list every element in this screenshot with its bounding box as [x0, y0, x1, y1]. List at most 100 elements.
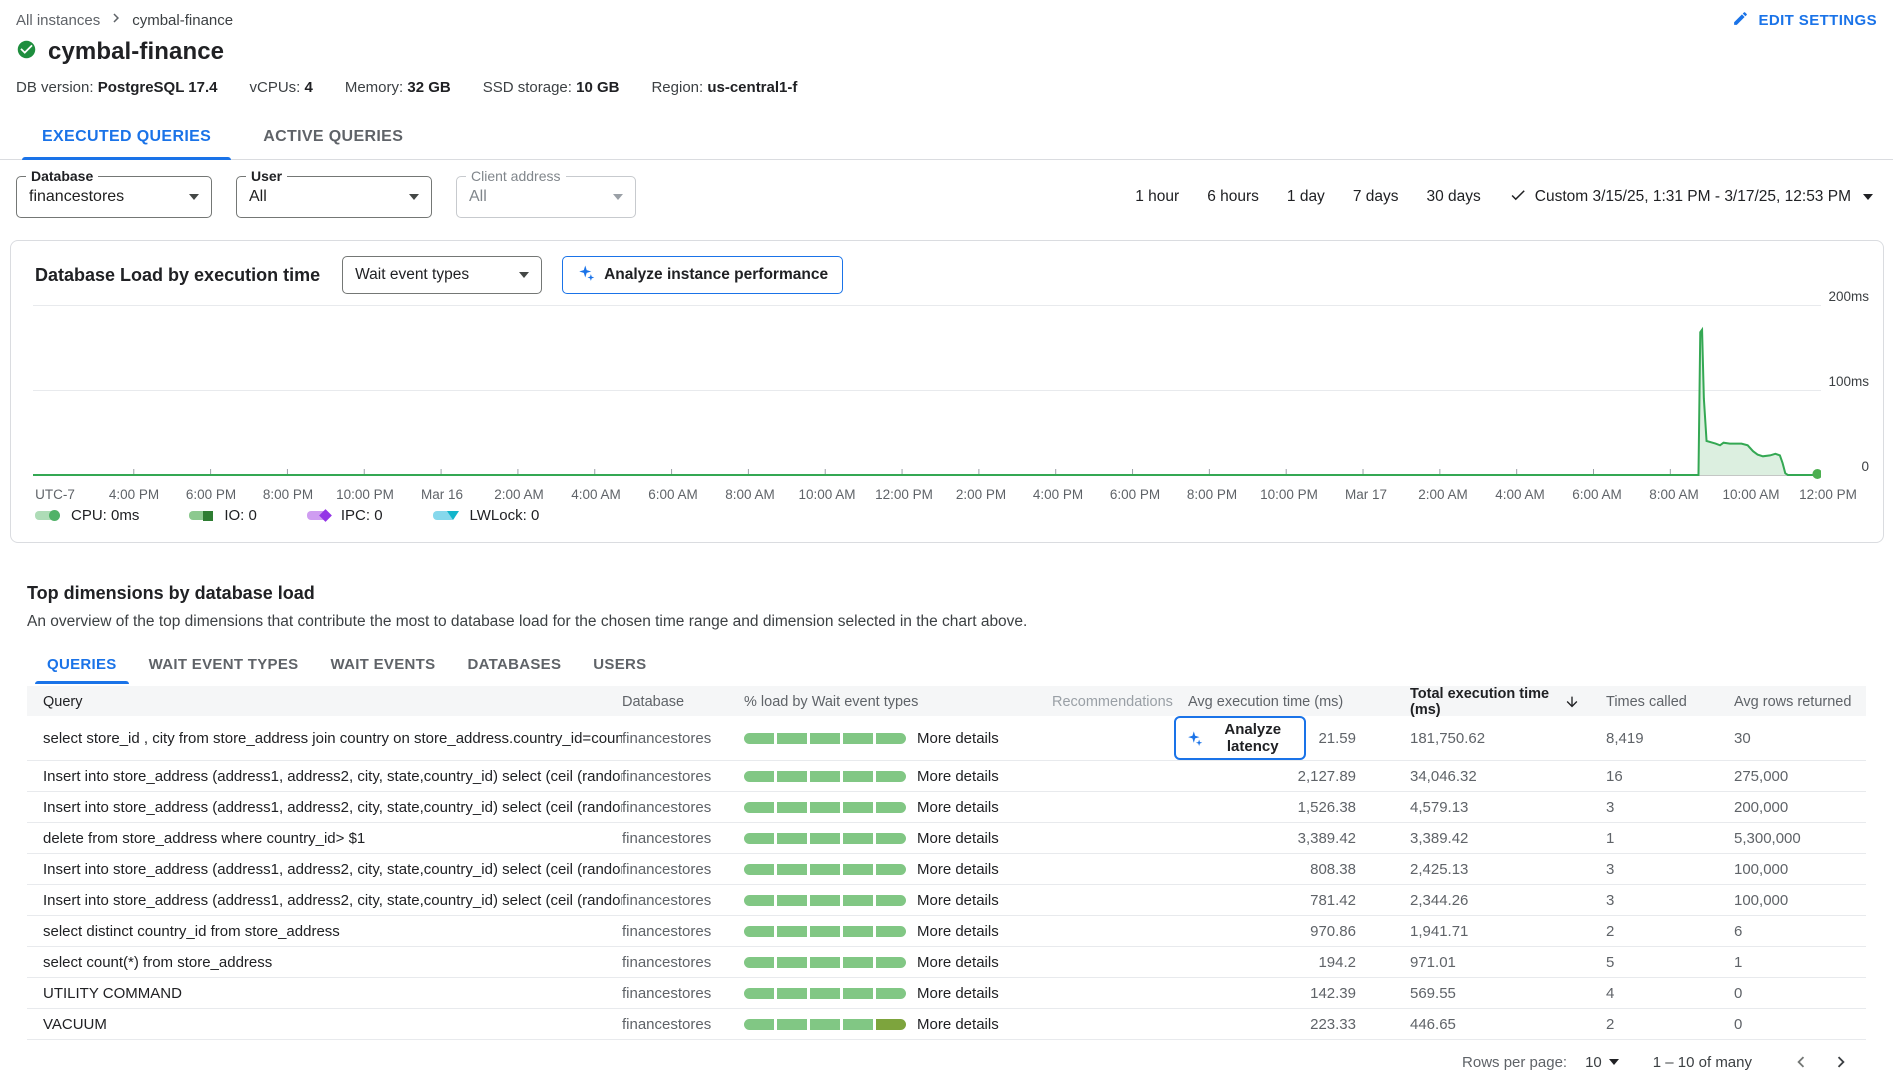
tab-executed-queries[interactable]: EXECUTED QUERIES	[16, 116, 237, 159]
total-execution-time-cell: 2,344.26	[1372, 892, 1580, 909]
column-header-load[interactable]: % load by Wait event types	[734, 694, 1026, 710]
avg-execution-time-value: 2,127.89	[1298, 768, 1356, 785]
column-header-query[interactable]: Query	[27, 694, 622, 710]
load-bar	[744, 988, 906, 999]
column-header-total[interactable]: Total execution time (ms)	[1372, 686, 1580, 718]
x-axis-label: 12:00 PM	[875, 487, 933, 502]
time-range-7-days[interactable]: 7 days	[1353, 188, 1399, 206]
dim-tab-wait-events[interactable]: WAIT EVENTS	[314, 645, 451, 684]
analyze-latency-label: Analyze latency	[1211, 721, 1294, 755]
more-details-link[interactable]: More details	[917, 861, 999, 878]
sort-desc-icon	[1564, 694, 1580, 710]
load-bar-segment	[777, 833, 807, 844]
time-range-1-hour[interactable]: 1 hour	[1135, 188, 1179, 206]
column-header-rows[interactable]: Avg rows returned	[1708, 694, 1866, 710]
database-cell: financestores	[622, 861, 734, 878]
dim-tab-wait-event-types[interactable]: WAIT EVENT TYPES	[133, 645, 315, 684]
load-bar-segment	[744, 733, 774, 744]
x-axis-label: 10:00 PM	[1260, 487, 1318, 502]
table-row: select count(*) from store_addressfinanc…	[27, 947, 1866, 978]
times-called-cell: 5	[1580, 954, 1708, 971]
load-chart-svg	[33, 297, 1821, 482]
more-details-link[interactable]: More details	[917, 1016, 999, 1033]
load-bar-segment	[876, 771, 906, 782]
rows-per-page-select[interactable]: 10	[1585, 1054, 1619, 1071]
chart-dimension-select[interactable]: Wait event types	[342, 256, 542, 294]
chevron-right-icon	[1830, 1051, 1852, 1073]
load-bar	[744, 733, 906, 744]
column-header-db[interactable]: Database	[622, 694, 734, 710]
database-filter-value: financestores	[29, 188, 124, 206]
next-page-button[interactable]	[1828, 1049, 1854, 1075]
edit-settings-button[interactable]: EDIT SETTINGS	[1732, 10, 1877, 31]
time-range-custom[interactable]: Custom 3/15/25, 1:31 PM - 3/17/25, 12:53…	[1509, 186, 1873, 209]
load-cell: More details	[734, 830, 1026, 847]
rows-per-page-label: Rows per page:	[1462, 1054, 1567, 1071]
edit-settings-label: EDIT SETTINGS	[1758, 12, 1877, 29]
load-bar-segment	[810, 988, 840, 999]
more-details-link[interactable]: More details	[917, 730, 999, 747]
database-cell: financestores	[622, 954, 734, 971]
load-cell: More details	[734, 861, 1026, 878]
x-axis-label: 2:00 AM	[1418, 487, 1468, 502]
avg-execution-time-value: 781.42	[1310, 892, 1356, 909]
table-row: Insert into store_address (address1, add…	[27, 792, 1866, 823]
instance-meta-item: vCPUs: 4	[249, 79, 312, 96]
tab-active-queries[interactable]: ACTIVE QUERIES	[237, 116, 429, 159]
load-bar-segment	[810, 1019, 840, 1030]
time-range-6-hours[interactable]: 6 hours	[1207, 188, 1259, 206]
times-called-cell: 4	[1580, 985, 1708, 1002]
x-axis-label: 2:00 AM	[494, 487, 544, 502]
load-bar	[744, 864, 906, 875]
query-cell: Insert into store_address (address1, add…	[27, 768, 622, 785]
x-axis-label: 6:00 PM	[1110, 487, 1160, 502]
dim-tab-databases[interactable]: DATABASES	[451, 645, 577, 684]
load-chart-plot[interactable]	[33, 297, 1821, 482]
column-header-rec[interactable]: Recommendations	[1026, 694, 1174, 710]
more-details-link[interactable]: More details	[917, 768, 999, 785]
x-axis-label: 10:00 AM	[798, 487, 855, 502]
chevron-down-icon	[1609, 1059, 1619, 1065]
previous-page-button[interactable]	[1788, 1049, 1814, 1075]
time-range-1-day[interactable]: 1 day	[1287, 188, 1325, 206]
load-cell: More details	[734, 1016, 1026, 1033]
analyze-instance-performance-button[interactable]: Analyze instance performance	[562, 256, 843, 294]
y-axis-tick-200ms: 200ms	[1828, 289, 1869, 304]
load-bar	[744, 833, 906, 844]
top-dimensions-section: Top dimensions by database load An overv…	[27, 583, 1866, 1075]
x-axis-label: 6:00 AM	[1572, 487, 1622, 502]
database-filter-select[interactable]: Database financestores	[16, 176, 212, 218]
more-details-link[interactable]: More details	[917, 954, 999, 971]
load-cell: More details	[734, 954, 1026, 971]
gemini-sparkle-icon	[1186, 730, 1203, 747]
load-bar-segment	[843, 895, 873, 906]
load-cell: More details	[734, 985, 1026, 1002]
load-bar-segment	[777, 988, 807, 999]
load-bar-segment	[744, 926, 774, 937]
circle-marker-icon	[49, 510, 60, 521]
x-axis-label: 4:00 PM	[1033, 487, 1083, 502]
query-cell: Insert into store_address (address1, add…	[27, 892, 622, 909]
more-details-link[interactable]: More details	[917, 923, 999, 940]
avg-execution-time-value: 3,389.42	[1298, 830, 1356, 847]
time-range-30-days[interactable]: 30 days	[1426, 188, 1480, 206]
more-details-link[interactable]: More details	[917, 892, 999, 909]
more-details-link[interactable]: More details	[917, 799, 999, 816]
chart-legend: CPU: 0msIO: 0IPC: 0LWLock: 0	[35, 507, 589, 524]
more-details-link[interactable]: More details	[917, 985, 999, 1002]
load-bar-segment	[777, 926, 807, 937]
x-axis-label: UTC-7	[35, 487, 75, 502]
breadcrumb-all-instances[interactable]: All instances	[16, 12, 100, 29]
table-row: select distinct country_id from store_ad…	[27, 916, 1866, 947]
chevron-down-icon	[613, 194, 623, 200]
dim-tab-queries[interactable]: QUERIES	[31, 645, 133, 684]
total-execution-time-cell: 3,389.42	[1372, 830, 1580, 847]
more-details-link[interactable]: More details	[917, 830, 999, 847]
dim-tab-users[interactable]: USERS	[577, 645, 662, 684]
load-bar	[744, 895, 906, 906]
column-header-times[interactable]: Times called	[1580, 694, 1708, 710]
column-header-avg[interactable]: Avg execution time (ms)	[1174, 694, 1372, 710]
analyze-latency-button[interactable]: Analyze latency	[1174, 716, 1306, 760]
page-title: cymbal-finance	[48, 38, 224, 66]
user-filter-select[interactable]: User All	[236, 176, 432, 218]
